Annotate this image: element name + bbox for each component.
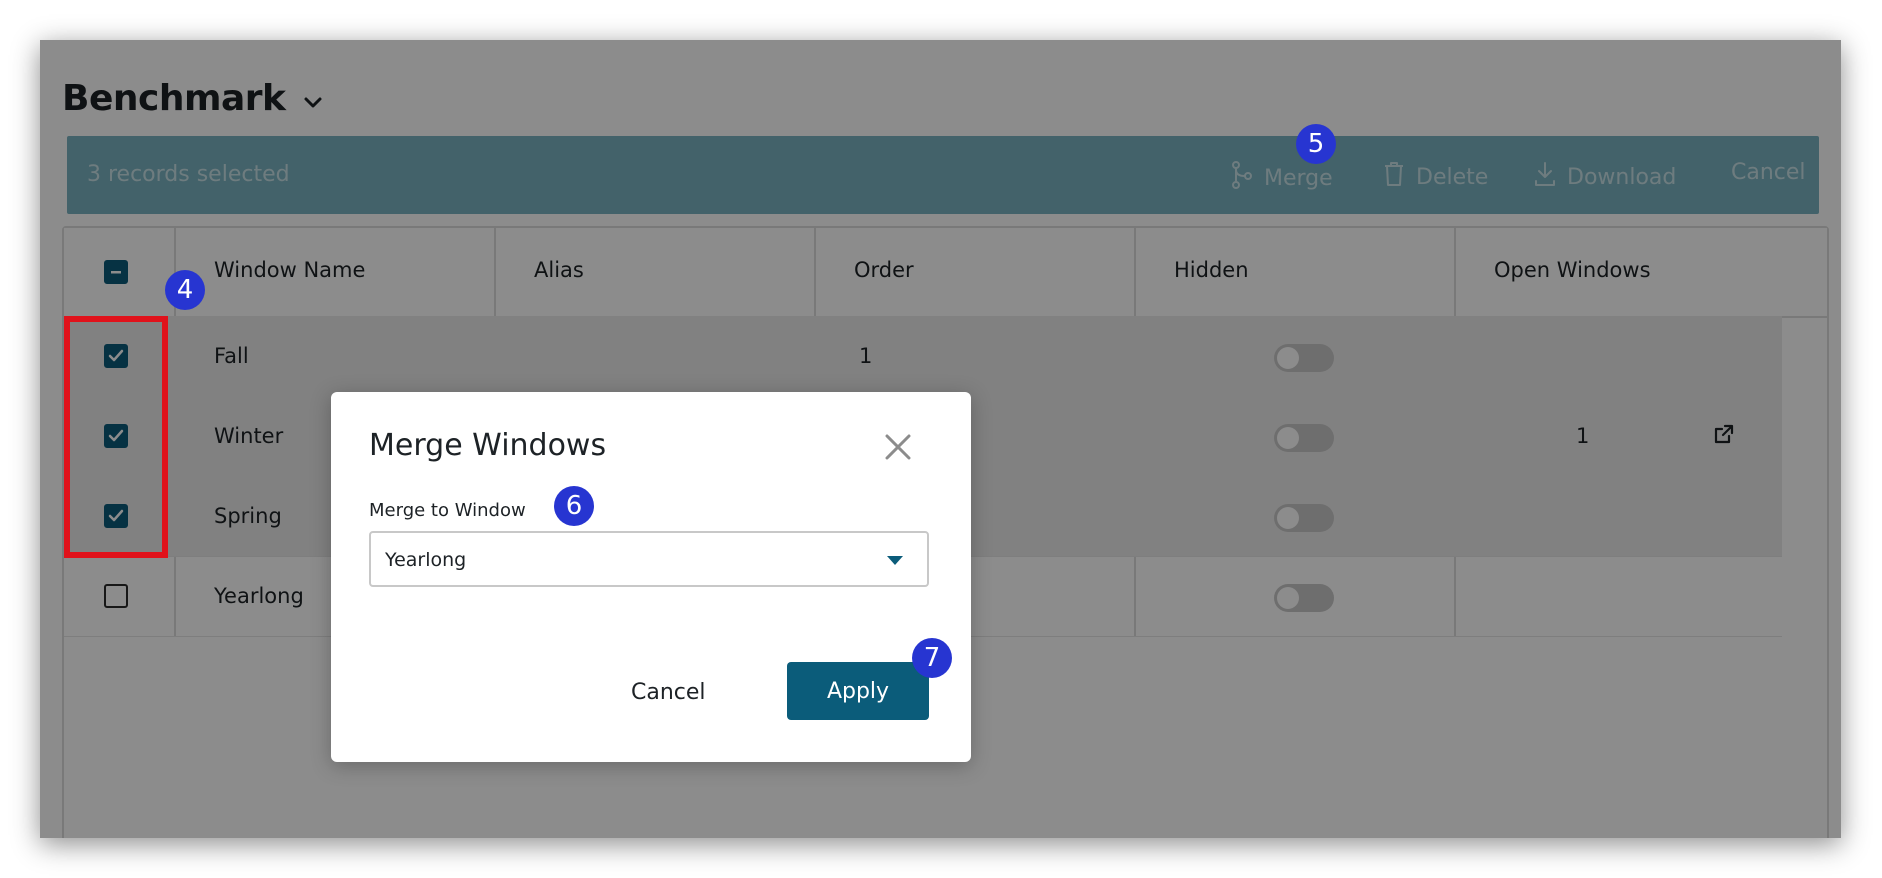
selected-rows-highlight <box>64 316 168 558</box>
step-badge-5: 5 <box>1296 124 1336 164</box>
close-icon[interactable] <box>881 430 915 464</box>
merge-to-window-label: Merge to Window <box>369 500 526 521</box>
dropdown-caret-icon <box>887 556 903 565</box>
app-window: Benchmark 3 records selected Merge Delet… <box>40 40 1841 838</box>
merge-windows-dialog: Merge Windows Merge to Window Yearlong C… <box>331 392 971 762</box>
screenshot-frame: Benchmark 3 records selected Merge Delet… <box>40 40 1841 838</box>
dialog-title: Merge Windows <box>369 428 607 463</box>
step-badge-6: 6 <box>554 486 594 526</box>
step-badge-7: 7 <box>912 638 952 678</box>
merge-to-window-select[interactable]: Yearlong <box>369 531 929 587</box>
dialog-cancel-button[interactable]: Cancel <box>631 680 706 705</box>
selected-window-value: Yearlong <box>385 549 467 571</box>
apply-button[interactable]: Apply <box>787 662 929 720</box>
step-badge-4: 4 <box>165 270 205 310</box>
apply-label: Apply <box>826 678 890 704</box>
